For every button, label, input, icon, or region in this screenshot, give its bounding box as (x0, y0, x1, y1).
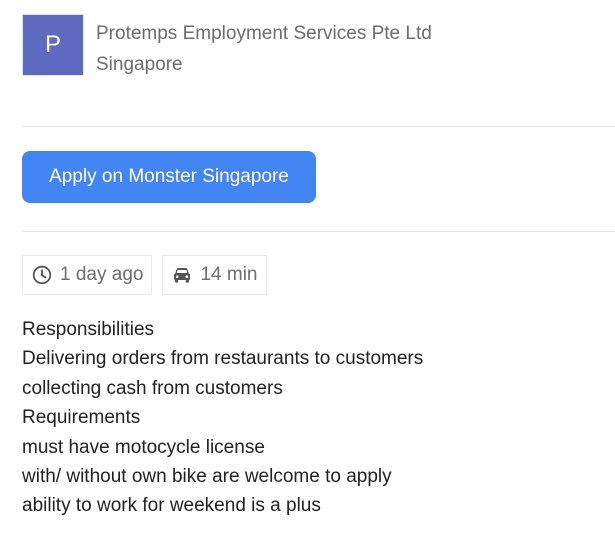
posted-text: 1 day ago (60, 264, 144, 285)
car-icon (172, 266, 192, 284)
description-line: Delivering orders from restaurants to cu… (22, 348, 424, 370)
company-name: Protemps Employment Services Pte Ltd (96, 23, 432, 44)
apply-button[interactable]: Apply on Monster Singapore (22, 151, 316, 203)
company-header: P Protemps Employment Services Pte Ltd S… (22, 14, 432, 80)
clock-icon (32, 265, 52, 285)
posted-chip: 1 day ago (22, 255, 153, 295)
commute-chip: 14 min (162, 255, 267, 295)
job-meta-chips: 1 day ago 14 min (22, 255, 277, 295)
divider (22, 126, 615, 127)
description-line: Requirements (22, 407, 141, 429)
description-line: must have motocycle license (22, 436, 265, 458)
divider (22, 231, 615, 232)
description-line: collecting cash from customers (22, 377, 283, 399)
description-line: ability to work for weekend is a plus (22, 495, 321, 517)
commute-text: 14 min (200, 264, 258, 285)
description-line: with/ without own bike are welcome to ap… (22, 466, 392, 488)
description-line: Responsibilities (22, 319, 155, 340)
company-location: Singapore (96, 54, 183, 75)
company-info: Protemps Employment Services Pte Ltd Sin… (96, 14, 432, 80)
job-description: Responsibilities Delivering orders from … (22, 315, 423, 521)
company-avatar: P (22, 14, 84, 76)
